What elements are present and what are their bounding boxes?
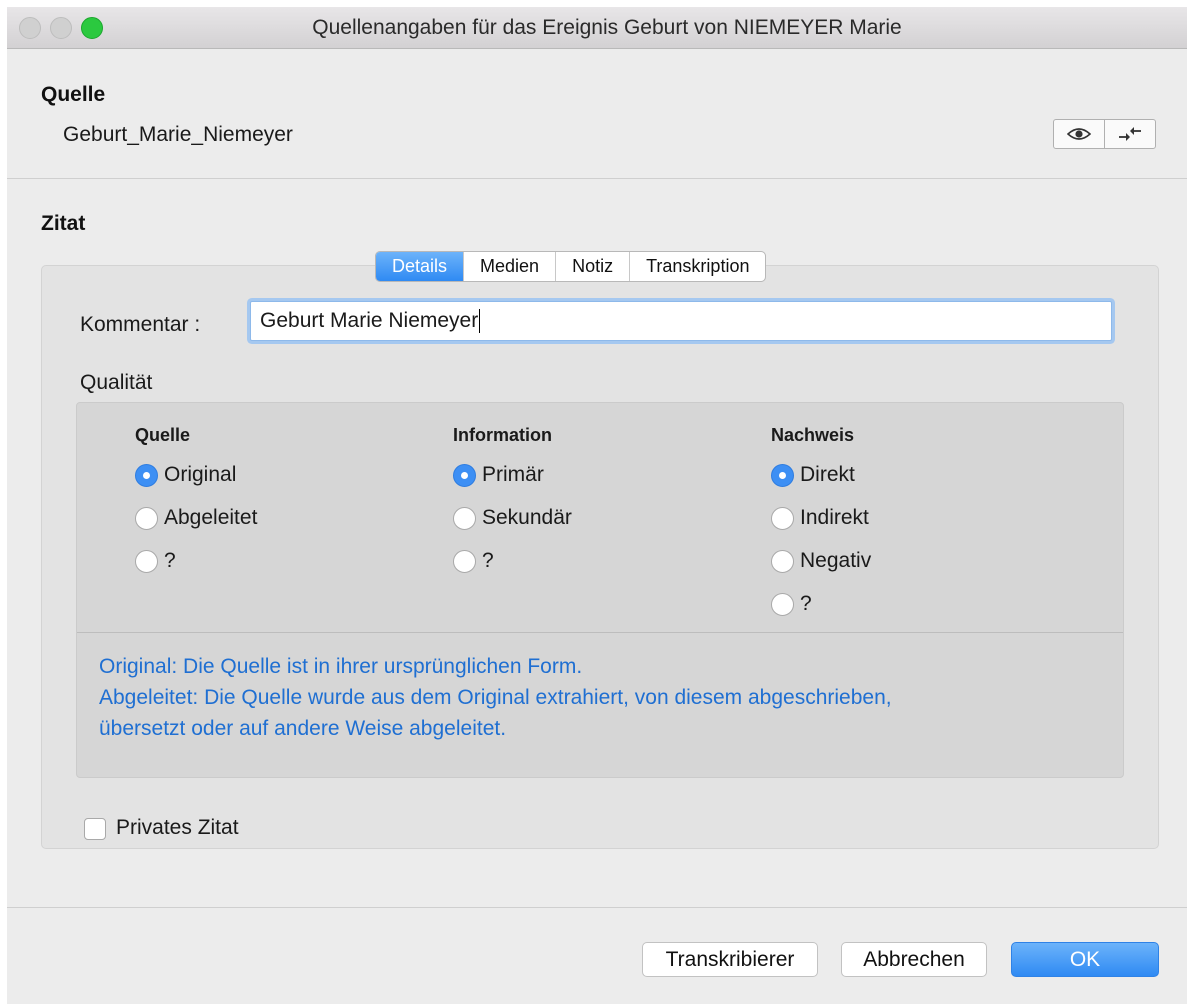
- citation-tabs: Details Medien Notiz Transkription: [375, 251, 767, 282]
- radio-label: Primär: [482, 463, 544, 486]
- cancel-button[interactable]: Abbrechen: [841, 942, 987, 977]
- dialog-window: Quellenangaben für das Ereignis Geburt v…: [7, 7, 1187, 1004]
- text-caret: [479, 309, 481, 334]
- private-citation-checkbox[interactable]: [84, 818, 106, 840]
- comment-field[interactable]: Geburt Marie Niemeyer: [250, 301, 1112, 341]
- quality-box: Quelle Original Abgeleitet ? Information…: [76, 402, 1124, 778]
- title-bar[interactable]: Quellenangaben für das Ereignis Geburt v…: [7, 7, 1187, 49]
- radio-button[interactable]: [771, 549, 794, 573]
- radio-button[interactable]: [453, 506, 476, 530]
- radio-information-primary[interactable]: Primär: [453, 463, 544, 487]
- radio-source-derived[interactable]: Abgeleitet: [135, 506, 257, 530]
- eye-icon: [1067, 128, 1091, 140]
- radio-information-secondary[interactable]: Sekundär: [453, 506, 572, 530]
- comment-value: Geburt Marie Niemeyer: [260, 309, 479, 332]
- source-heading: Quelle: [41, 83, 106, 106]
- radio-evidence-negative[interactable]: Negativ: [771, 549, 871, 573]
- radio-source-unknown[interactable]: ?: [135, 549, 176, 573]
- quality-information-heading: Information: [453, 425, 552, 445]
- info-line: Original: Die Quelle ist in ihrer ursprü…: [99, 655, 583, 678]
- info-line: Abgeleitet: Die Quelle wurde aus dem Ori…: [99, 686, 892, 709]
- citation-heading: Zitat: [41, 212, 86, 235]
- radio-button[interactable]: [771, 506, 794, 530]
- transcriber-button[interactable]: Transkribierer: [642, 942, 818, 977]
- quality-evidence-heading: Nachweis: [771, 425, 855, 445]
- radio-button[interactable]: [453, 549, 476, 573]
- radio-button[interactable]: [135, 506, 158, 530]
- comment-label: Kommentar :: [80, 313, 201, 336]
- radio-label: Original: [164, 463, 237, 486]
- window-title: Quellenangaben für das Ereignis Geburt v…: [312, 16, 902, 39]
- private-citation-label: Privates Zitat: [116, 816, 239, 839]
- swap-arrows-icon: [1119, 127, 1141, 141]
- radio-button[interactable]: [771, 592, 794, 616]
- radio-label: Sekundär: [482, 506, 572, 529]
- quality-divider: [77, 632, 1123, 633]
- radio-evidence-unknown[interactable]: ?: [771, 592, 812, 616]
- radio-label: Direkt: [800, 463, 855, 486]
- quality-info-text: Original: Die Quelle ist in ihrer ursprü…: [99, 651, 892, 744]
- footer-divider: [7, 907, 1187, 908]
- tab-details[interactable]: Details: [376, 252, 464, 281]
- radio-button[interactable]: [771, 463, 794, 487]
- radio-label: ?: [482, 549, 494, 572]
- ok-button[interactable]: OK: [1011, 942, 1159, 977]
- radio-evidence-indirect[interactable]: Indirekt: [771, 506, 869, 530]
- quality-label: Qualität: [80, 371, 153, 394]
- source-action-group: [1053, 119, 1156, 149]
- radio-button[interactable]: [135, 463, 158, 487]
- radio-information-unknown[interactable]: ?: [453, 549, 494, 573]
- radio-button[interactable]: [135, 549, 158, 573]
- info-line: übersetzt oder auf andere Weise abgeleit…: [99, 717, 507, 740]
- view-source-button[interactable]: [1054, 120, 1104, 148]
- tab-media[interactable]: Medien: [463, 252, 555, 281]
- radio-label: Negativ: [800, 549, 872, 572]
- radio-label: ?: [164, 549, 176, 572]
- radio-label: Indirekt: [800, 506, 869, 529]
- quality-source-heading: Quelle: [135, 425, 191, 445]
- radio-source-original[interactable]: Original: [135, 463, 236, 487]
- radio-button[interactable]: [453, 463, 476, 487]
- radio-label: Abgeleitet: [164, 506, 258, 529]
- change-source-button[interactable]: [1104, 120, 1155, 148]
- radio-label: ?: [800, 592, 812, 615]
- source-name: Geburt_Marie_Niemeyer: [63, 123, 293, 146]
- section-divider: [7, 178, 1187, 179]
- tab-note[interactable]: Notiz: [555, 252, 629, 281]
- radio-evidence-direct[interactable]: Direkt: [771, 463, 855, 487]
- tab-transcription[interactable]: Transkription: [629, 252, 765, 281]
